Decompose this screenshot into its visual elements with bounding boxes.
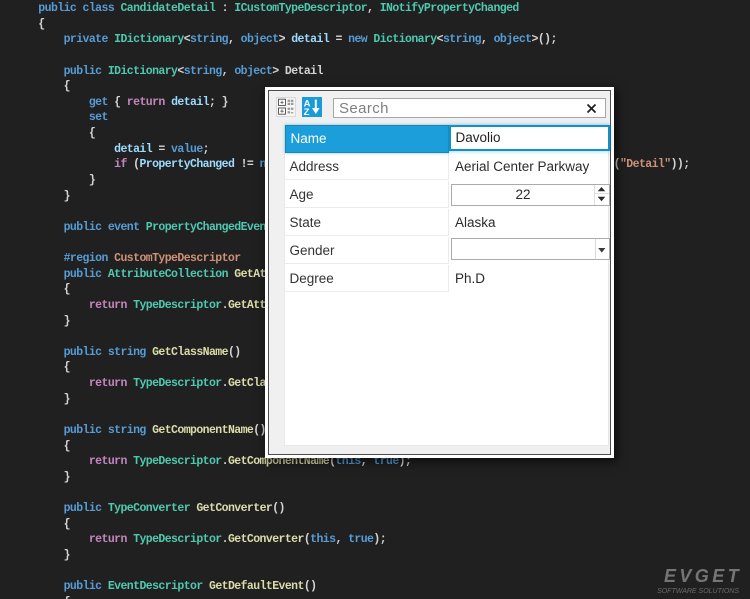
svg-text:Z: Z <box>304 107 310 117</box>
